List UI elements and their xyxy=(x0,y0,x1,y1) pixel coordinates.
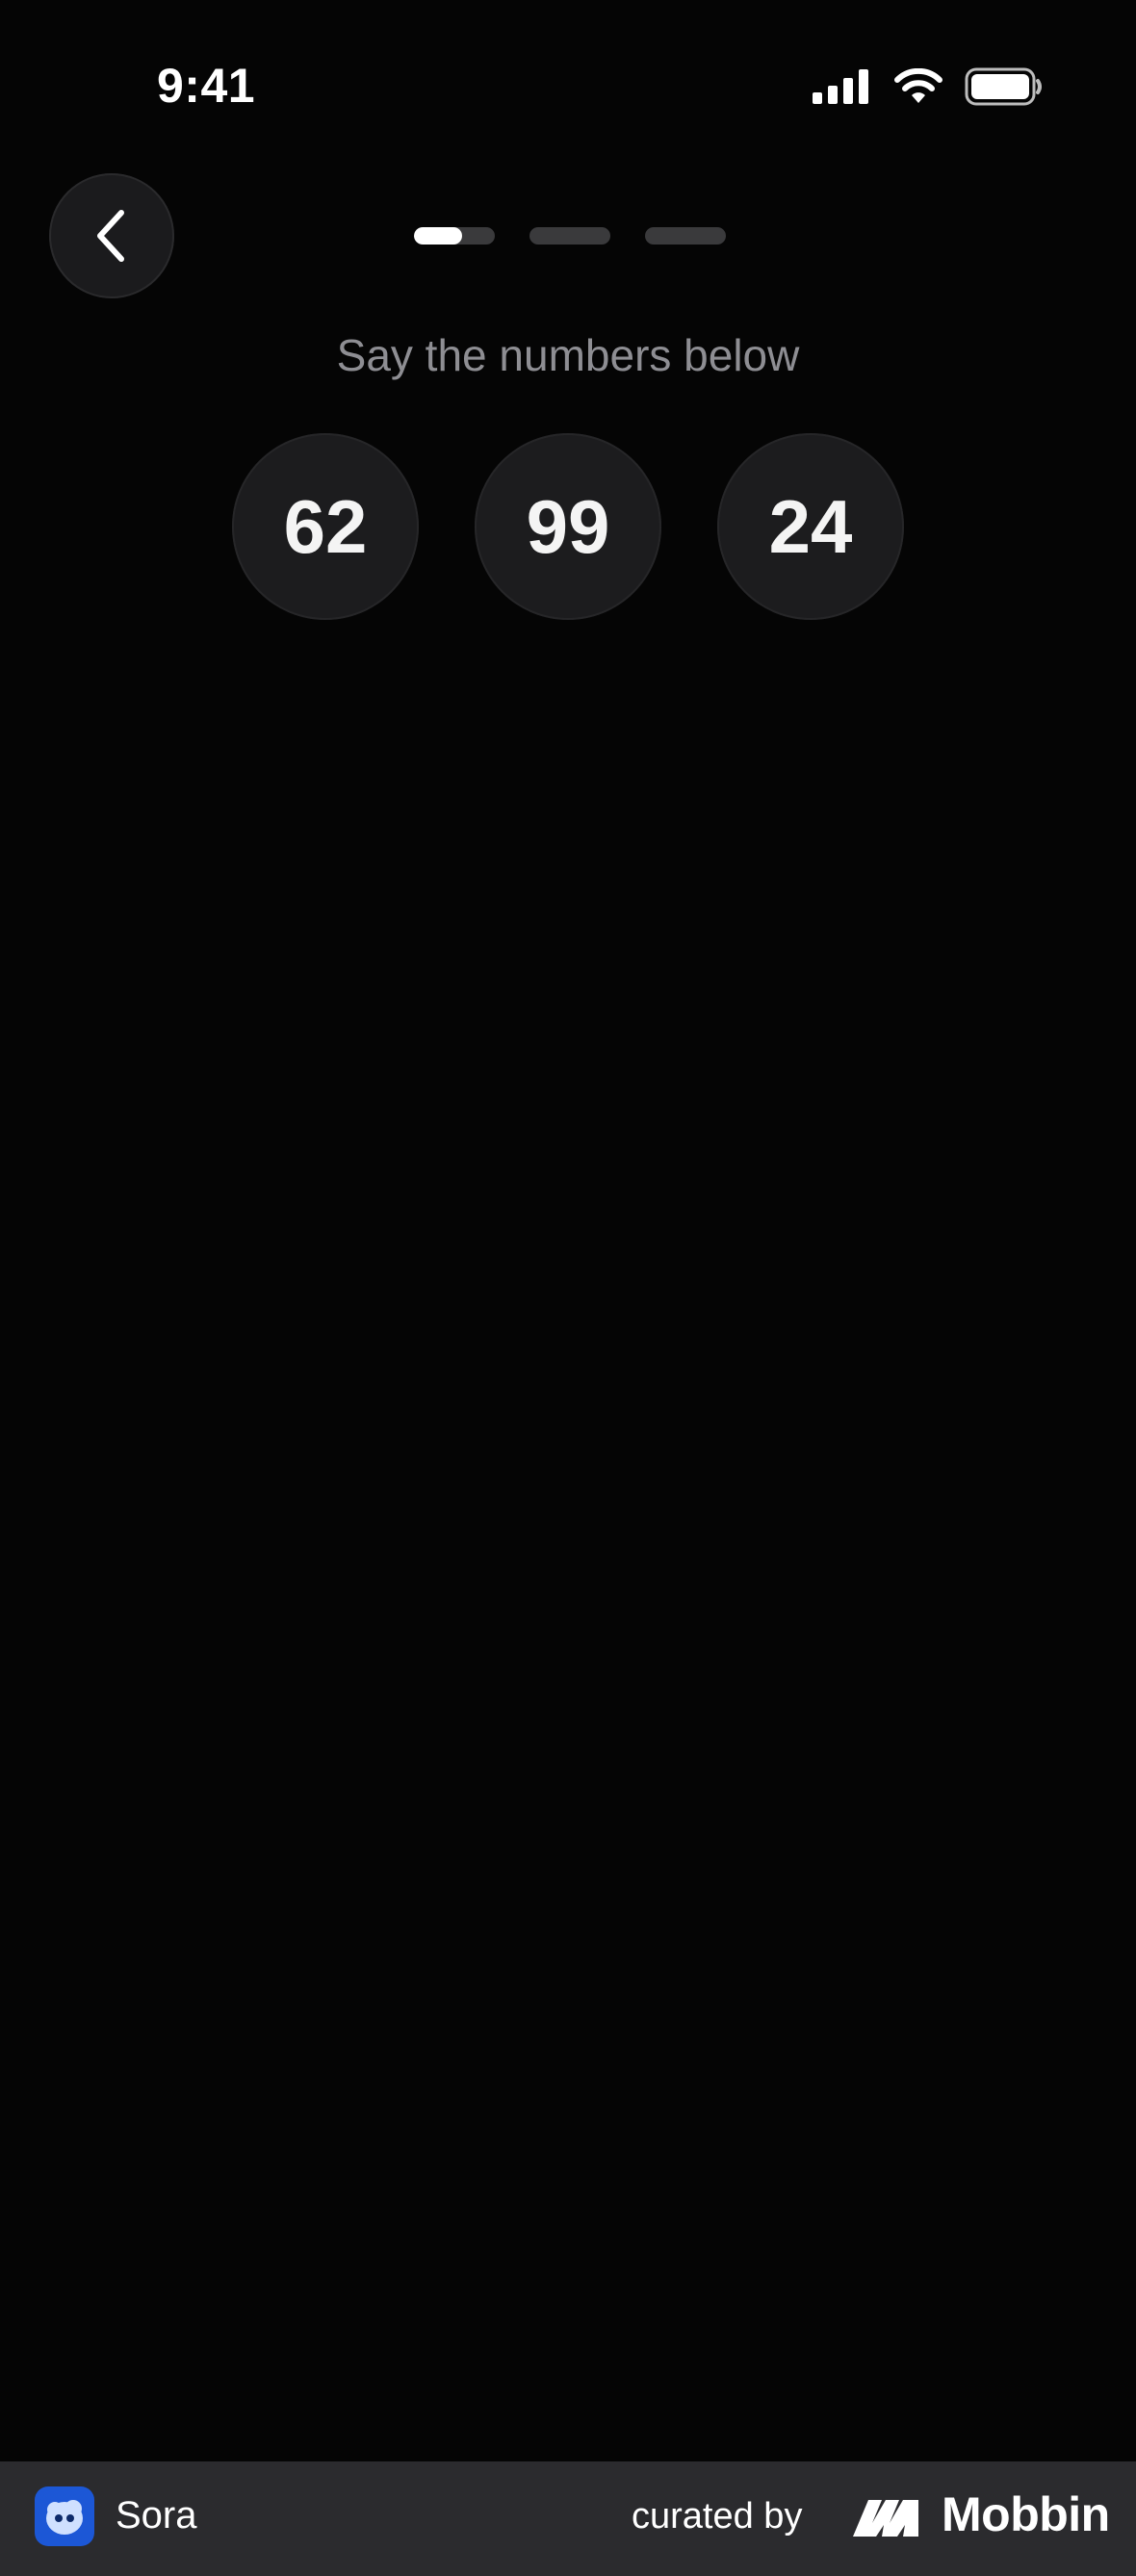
number-bubble-3: 24 xyxy=(717,433,904,620)
progress-step-1-fill xyxy=(414,227,463,245)
app-name: Sora xyxy=(116,2494,197,2537)
number-bubble-1: 62 xyxy=(232,433,419,620)
sora-cloud-icon xyxy=(46,2500,83,2535)
signal-icon xyxy=(813,69,868,104)
progress-step-3 xyxy=(645,227,726,245)
number-bubble-2: 99 xyxy=(475,433,661,620)
numbers-row: 62 99 24 xyxy=(0,433,1136,620)
mobbin-brand: Mobbin xyxy=(942,2487,1110,2541)
chevron-left-icon xyxy=(97,210,124,262)
voice-verification-screen: 9:41 Say the numbers below 62 99 24 Sora… xyxy=(0,0,1136,2576)
battery-icon xyxy=(965,67,1042,106)
progress-step-2 xyxy=(529,227,610,245)
sora-app-icon xyxy=(35,2486,94,2546)
progress-step-1 xyxy=(414,227,495,245)
instruction-text: Say the numbers below xyxy=(336,330,800,380)
step-progress xyxy=(414,227,726,245)
curated-by-label: curated by xyxy=(632,2496,803,2537)
status-time: 9:41 xyxy=(157,59,256,113)
status-icons xyxy=(813,65,1044,108)
back-button[interactable] xyxy=(49,173,174,298)
mobbin-logo-icon xyxy=(853,2500,918,2537)
wifi-icon xyxy=(894,68,942,103)
mobbin-footer: Sora curated by Mobbin xyxy=(0,2461,1136,2576)
